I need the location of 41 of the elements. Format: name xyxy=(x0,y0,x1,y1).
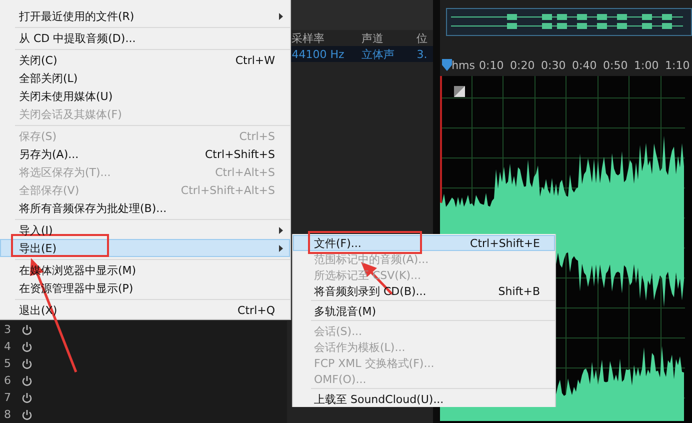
track-number: 4 xyxy=(4,340,11,353)
time-label: 0:30 xyxy=(541,58,567,72)
time-label: 0:40 xyxy=(572,58,598,72)
time-label: 0:10 xyxy=(479,58,505,72)
time-unit: hms xyxy=(452,58,475,72)
power-icon[interactable] xyxy=(21,408,33,420)
track-number: 6 xyxy=(4,374,11,387)
track-number: 3 xyxy=(4,323,11,336)
menu-item[interactable]: 导出(E) xyxy=(0,239,290,257)
track-number: 8 xyxy=(4,408,11,421)
menu-item[interactable]: 在媒体浏览器中显示(M) xyxy=(0,261,290,279)
menu-item[interactable]: 文件(F)... Ctrl+Shift+E xyxy=(293,235,555,251)
menu-item[interactable]: 打开最近使用的文件(R) xyxy=(0,7,290,25)
column-header[interactable]: 声道 xyxy=(362,30,417,46)
menu-item[interactable]: 全部关闭(L) xyxy=(0,69,290,87)
menu-item[interactable]: 关闭未使用媒体(U) xyxy=(0,87,290,105)
submenu-arrow-icon xyxy=(279,245,283,252)
power-icon[interactable] xyxy=(21,340,33,352)
waveform-overview[interactable] xyxy=(446,8,692,36)
menu-item[interactable]: 另存为(A)... Ctrl+Shift+S xyxy=(0,145,290,163)
envelope-icon[interactable] xyxy=(454,86,465,97)
submenu-arrow-icon xyxy=(279,227,283,234)
time-label: 0:20 xyxy=(510,58,536,72)
power-icon[interactable] xyxy=(21,392,33,404)
time-label: 1:10 xyxy=(665,58,691,72)
power-icon[interactable] xyxy=(21,374,33,386)
menu-item[interactable]: 上载至 SoundCloud(U)... xyxy=(293,391,555,407)
time-label: 1:00 xyxy=(634,58,660,72)
menu-item[interactable]: 多轨混音(M) xyxy=(293,303,555,319)
column-header[interactable]: 采样率 xyxy=(292,30,362,46)
menu-item[interactable]: 导入(I) xyxy=(0,221,290,239)
power-icon[interactable] xyxy=(21,358,33,370)
power-icon[interactable] xyxy=(21,324,33,336)
menu-item[interactable]: 从 CD 中提取音频(D)... xyxy=(0,29,290,47)
track-number: 7 xyxy=(4,391,11,404)
column-header[interactable]: 位 xyxy=(416,30,433,46)
time-label: 0:50 xyxy=(603,58,629,72)
menu-item[interactable]: 将所有音频保存为批处理(B)... xyxy=(0,199,290,217)
submenu-arrow-icon xyxy=(279,13,283,20)
time-ruler[interactable]: hms 0:10 0:20 0:30 0:40 0:50 1:00 1:10 xyxy=(440,54,692,76)
track-number: 5 xyxy=(4,357,11,370)
